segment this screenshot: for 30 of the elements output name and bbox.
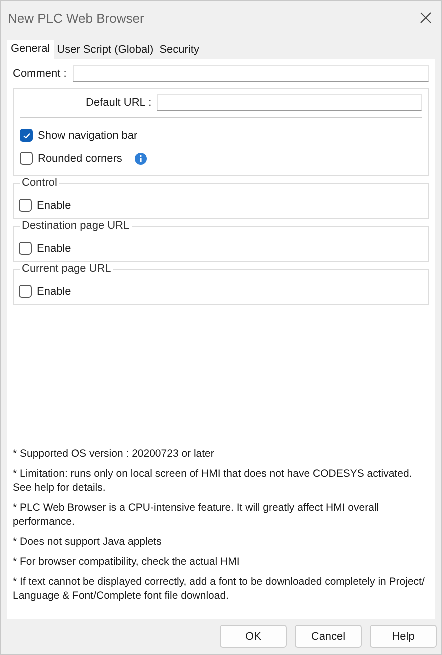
close-icon[interactable] xyxy=(420,12,432,24)
dialog-button[interactable]: Cancel xyxy=(295,625,362,648)
group-title: Control xyxy=(20,177,60,189)
checkbox[interactable] xyxy=(20,129,33,142)
checkbox-label[interactable]: Enable xyxy=(37,200,72,212)
dialog-button[interactable]: OK xyxy=(220,625,287,648)
tab[interactable]: General xyxy=(7,40,54,59)
window-title: New PLC Web Browser xyxy=(8,10,144,26)
note-text: * If text cannot be displayed correctly, add a font to be downloaded completely in Project/ Language & Font/Complete font file download. xyxy=(13,575,426,603)
note-text: * Supported OS version : 20200723 or later xyxy=(13,447,216,461)
url-field[interactable] xyxy=(156,94,422,111)
checkbox[interactable] xyxy=(19,285,32,298)
checkbox-label[interactable]: Enable xyxy=(37,242,72,254)
checkbox-label[interactable]: Rounded corners xyxy=(38,152,122,164)
note-text: * PLC Web Browser is a CPU-intensive feature. It will greatly affect HMI overall performance. xyxy=(13,501,380,529)
dialog-button[interactable]: Help xyxy=(370,625,437,648)
comment-field[interactable] xyxy=(72,65,429,82)
checkbox[interactable] xyxy=(19,199,32,212)
note-text: * For browser compatibility, check the actual HMI xyxy=(13,555,241,569)
checkbox[interactable] xyxy=(19,242,32,255)
note-text: * Does not support Java applets xyxy=(13,535,163,549)
field-label: Comment : xyxy=(13,68,67,80)
checkbox[interactable] xyxy=(20,152,33,165)
info-icon[interactable] xyxy=(135,152,148,164)
note-text: * Limitation: runs only on local screen of HMI that does not have CODESYS activated. See help for details. xyxy=(13,467,414,495)
field-label: Default URL : xyxy=(86,96,152,108)
checkbox-label[interactable]: Show navigation bar xyxy=(38,130,138,142)
group-title: Current page URL xyxy=(20,263,114,275)
group-title: Destination page URL xyxy=(20,220,132,232)
checkbox-label[interactable]: Enable xyxy=(37,286,72,298)
